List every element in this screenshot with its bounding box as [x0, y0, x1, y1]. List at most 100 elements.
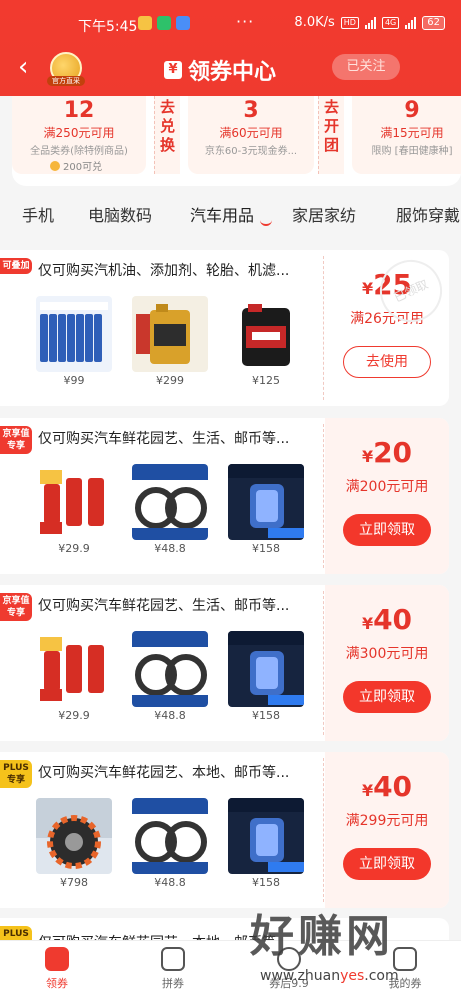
nav-group-coupons[interactable]: 拼券 — [138, 947, 208, 991]
coupon-condition: 满300元可用 — [345, 646, 429, 662]
card-divider — [323, 591, 324, 735]
status-app-icons — [138, 16, 190, 30]
back-icon[interactable]: ‹ — [18, 54, 28, 80]
product-item[interactable]: ¥48.8 — [132, 631, 208, 722]
product-image — [228, 464, 304, 540]
follow-button[interactable]: 已关注 — [332, 54, 400, 80]
amount-value: 40 — [373, 770, 413, 803]
product-image — [132, 631, 208, 707]
net-badge-1: 4G — [381, 16, 400, 29]
currency-symbol: ¥ — [361, 447, 374, 466]
product-item[interactable]: ¥158 — [228, 631, 304, 722]
card-title[interactable]: 仅可购买汽车鲜花园艺、本地、邮币等... — [38, 762, 308, 782]
nav-label: 领券 — [46, 977, 68, 990]
claim-coupon-button[interactable]: 立即领取 — [343, 681, 431, 713]
product-price: ¥29.9 — [58, 542, 90, 555]
product-item[interactable]: ¥158 — [228, 464, 304, 555]
page-title: ¥ 领券中心 — [164, 54, 276, 86]
card-divider — [323, 256, 324, 400]
card-title[interactable]: 仅可购买汽车鲜花园艺、生活、邮币等... — [38, 595, 308, 615]
tab-car[interactable]: 汽车用品 — [190, 202, 254, 226]
exchange-button[interactable]: 去兑换 — [154, 96, 180, 174]
card-divider — [323, 424, 324, 568]
top-coupon-amount: 12 — [63, 98, 95, 123]
product-item[interactable]: ¥48.8 — [132, 464, 208, 555]
signal-icon — [364, 16, 376, 29]
tab-computer[interactable]: 电脑数码 — [88, 202, 152, 226]
more-notifications-icon: ··· — [236, 12, 255, 31]
product-image — [36, 631, 112, 707]
use-coupon-button[interactable]: 去使用 — [343, 346, 431, 378]
top-coupon-extra: 200可兑 — [50, 158, 102, 173]
network-speed: 8.0K/s — [294, 15, 335, 30]
top-coupon-desc: 全品类券(除特例商品) — [30, 146, 128, 157]
tab-apparel[interactable]: 服饰穿戴 — [396, 202, 460, 226]
tab-phone[interactable]: 手机 — [22, 202, 54, 226]
product-image — [228, 798, 304, 874]
category-tabs: 手机 电脑数码 汽车用品 家居家纺 服饰穿戴 — [0, 196, 461, 232]
coupon-amount: ¥40 — [325, 603, 449, 636]
card-title[interactable]: 仅可购买汽车鲜花园艺、生活、邮币等... — [38, 428, 308, 448]
coupon-value-pane: ¥40 满300元可用 立即领取 — [325, 585, 449, 741]
product-image — [132, 296, 208, 372]
tab-home[interactable]: 家居家纺 — [292, 202, 356, 226]
watermark-url: www.zhuanyes.com — [260, 968, 399, 984]
card-tag: 京享值专享 — [0, 426, 32, 454]
card-tag: 可叠加 — [0, 258, 32, 274]
coupon-value-pane: ¥20 满200元可用 立即领取 — [325, 418, 449, 574]
nav-bar: ‹ 官方直采 ¥ 领券中心 已关注 — [0, 46, 461, 90]
product-item[interactable]: ¥99 — [36, 296, 112, 387]
product-item[interactable]: ¥158 — [228, 798, 304, 889]
status-time: 下午5:45 — [78, 19, 138, 35]
amount-value: 40 — [373, 603, 413, 636]
group-tab-icon — [161, 947, 185, 971]
notification-mail-icon — [138, 16, 152, 30]
product-item[interactable]: ¥798 — [36, 798, 112, 889]
top-coupon-3[interactable]: 9 满15元可用 限购 [春田健康种] — [352, 96, 461, 174]
coin-icon — [50, 160, 60, 171]
product-image — [228, 296, 304, 372]
battery-icon: 62 — [422, 15, 445, 30]
nav-coupons[interactable]: 领券 — [22, 947, 92, 991]
product-image — [36, 296, 112, 372]
coupon-card: 可叠加 仅可购买汽机油、添加剂、轮胎、机滤... ¥99 ¥299 ¥125 ¥… — [0, 249, 453, 406]
video-app-icon — [176, 16, 190, 30]
coupon-amount: ¥40 — [325, 770, 449, 803]
watermark-logo: 好赚网 — [250, 911, 394, 962]
currency-symbol: ¥ — [361, 614, 374, 633]
card-tag: 京享值专享 — [0, 593, 32, 621]
product-item[interactable]: ¥48.8 — [132, 798, 208, 889]
product-price: ¥125 — [252, 374, 280, 387]
top-coupon-2[interactable]: 3 满60元可用 京东60-3元现金券... — [188, 96, 314, 174]
product-price: ¥99 — [63, 374, 85, 387]
card-title[interactable]: 仅可购买汽机油、添加剂、轮胎、机滤... — [38, 260, 308, 280]
group-buy-button[interactable]: 去开团 — [318, 96, 344, 174]
amount-value: 20 — [373, 436, 413, 469]
product-price: ¥29.9 — [58, 709, 90, 722]
top-coupon-desc: 京东60-3元现金券... — [204, 146, 298, 157]
claim-coupon-button[interactable]: 立即领取 — [343, 514, 431, 546]
product-item[interactable]: ¥299 — [132, 296, 208, 387]
product-item[interactable]: ¥125 — [228, 296, 304, 387]
product-item[interactable]: ¥29.9 — [36, 631, 112, 722]
watermark-url-suffix: .com — [364, 968, 399, 984]
top-coupon-condition: 满60元可用 — [219, 126, 283, 140]
top-coupon-extra-text: 200可兑 — [63, 162, 103, 173]
claim-coupon-button[interactable]: 立即领取 — [343, 848, 431, 880]
card-tag: PLUS专享 — [0, 760, 32, 788]
product-price: ¥299 — [156, 374, 184, 387]
top-coupon-condition: 满250元可用 — [43, 126, 115, 140]
product-price: ¥158 — [252, 876, 280, 889]
product-image — [228, 631, 304, 707]
product-item[interactable]: ¥29.9 — [36, 464, 112, 555]
top-coupon-desc: 限购 [春田健康种] — [371, 146, 453, 157]
top-coupon-1[interactable]: 12 满250元可用 全品类券(除特例商品) 200可兑 — [12, 96, 146, 174]
active-tab-indicator — [260, 218, 272, 226]
product-image — [132, 798, 208, 874]
watermark-url-prefix: www.zhuan — [260, 968, 341, 984]
product-price: ¥798 — [60, 876, 88, 889]
wechat-icon — [157, 16, 171, 30]
signal-icon-2 — [405, 16, 417, 29]
product-price: ¥158 — [252, 542, 280, 555]
top-coupon-strip: 12 满250元可用 全品类券(除特例商品) 200可兑 去兑换 3 满60元可… — [12, 96, 461, 186]
